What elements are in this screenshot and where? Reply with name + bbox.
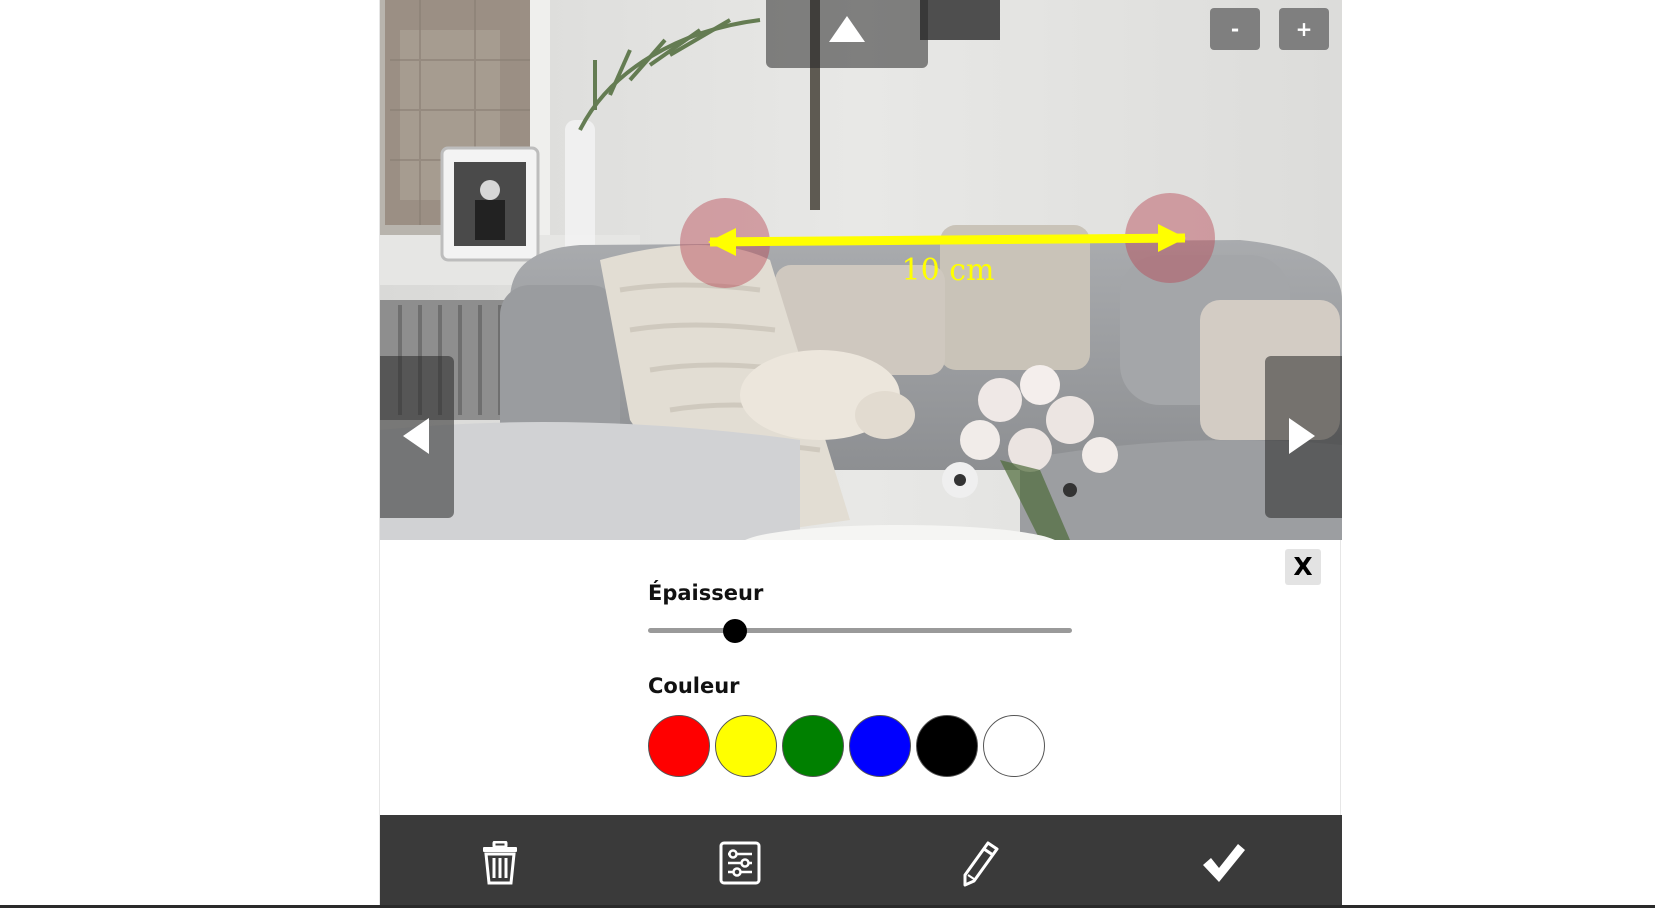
nav-up-button[interactable]	[766, 0, 928, 68]
thickness-slider[interactable]	[648, 618, 1072, 643]
settings-button[interactable]	[699, 823, 779, 899]
measurement-label: 10 cm	[902, 253, 995, 288]
trash-icon	[483, 841, 517, 885]
validate-button[interactable]	[1180, 823, 1260, 899]
settings-sliders-icon	[719, 841, 761, 885]
color-swatch-black[interactable]	[916, 715, 978, 777]
measurement-annotation: 10 cm	[680, 193, 1215, 288]
thickness-label: Épaisseur	[648, 581, 764, 605]
color-swatch-yellow[interactable]	[715, 715, 777, 777]
pencil-icon	[963, 841, 999, 887]
close-panel-button[interactable]: X	[1285, 549, 1321, 585]
delete-button[interactable]	[460, 823, 540, 899]
photo-annotation-app: 10 cm - + X Épaisseur Couleur	[379, 0, 1342, 906]
measurement-line	[709, 233, 1186, 247]
triangle-left-icon	[403, 418, 429, 454]
draw-button[interactable]	[940, 823, 1020, 899]
checkmark-icon	[1203, 844, 1245, 882]
zoom-in-button[interactable]: +	[1279, 8, 1329, 50]
bottom-toolbar	[380, 815, 1342, 906]
zoom-out-button[interactable]: -	[1210, 8, 1260, 50]
triangle-up-icon	[829, 16, 865, 42]
color-swatch-green[interactable]	[782, 715, 844, 777]
color-label: Couleur	[648, 674, 740, 698]
slider-track	[648, 628, 1072, 633]
color-swatch-blue[interactable]	[849, 715, 911, 777]
nav-next-button[interactable]	[1265, 356, 1342, 518]
color-swatch-red[interactable]	[648, 715, 710, 777]
slider-thumb[interactable]	[722, 619, 747, 643]
nav-previous-button[interactable]	[380, 356, 454, 518]
color-swatch-white[interactable]	[983, 715, 1045, 777]
photo-viewer[interactable]: 10 cm - +	[380, 0, 1342, 540]
triangle-right-icon	[1289, 418, 1315, 454]
